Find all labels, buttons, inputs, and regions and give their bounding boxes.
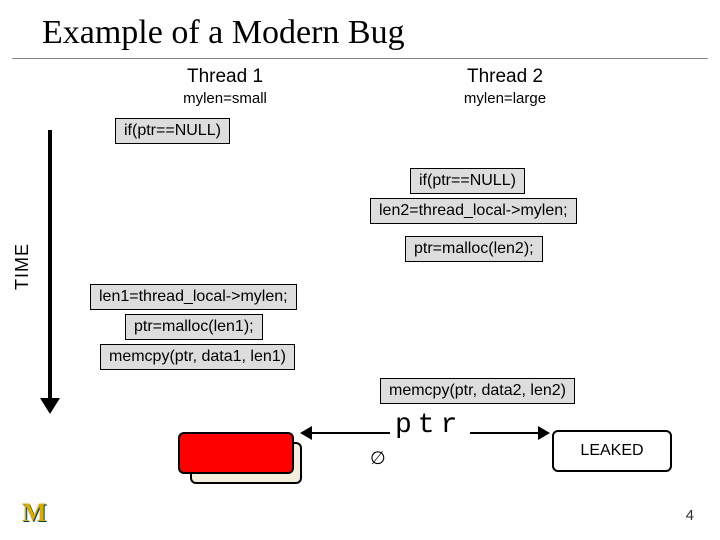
time-arrow: [48, 130, 52, 410]
t2-step-malloc: ptr=malloc(len2);: [405, 236, 543, 262]
leaked-label: LEAKED: [580, 442, 643, 460]
thread2-header: Thread 2: [430, 66, 580, 88]
t1-step-ifnull: if(ptr==NULL): [115, 118, 230, 144]
slide-title: Example of a Modern Bug: [12, 0, 708, 59]
t1-step-memcpy: memcpy(ptr, data1, len1): [100, 344, 295, 370]
page-number: 4: [686, 507, 694, 524]
thread1-subheader: mylen=small: [150, 90, 300, 107]
t2-step-ifnull: if(ptr==NULL): [410, 168, 525, 194]
time-axis-label: TIME: [12, 243, 33, 290]
michigan-logo: M: [22, 498, 47, 528]
ptr-label: ptr: [395, 410, 463, 441]
t2-step-memcpy: memcpy(ptr, data2, len2): [380, 378, 575, 404]
t1-step-len: len1=thread_local->mylen;: [90, 284, 297, 310]
t2-step-len: len2=thread_local->mylen;: [370, 198, 577, 224]
ptr-arrow-left: [302, 432, 390, 434]
null-symbol: ∅: [370, 448, 386, 469]
ptr-arrow-right: [470, 432, 548, 434]
mem-block-overwritten: [178, 432, 294, 474]
t1-step-malloc: ptr=malloc(len1);: [125, 314, 263, 340]
thread1-header: Thread 1: [150, 66, 300, 88]
mem-block-leaked: LEAKED: [552, 430, 672, 472]
thread2-subheader: mylen=large: [430, 90, 580, 107]
